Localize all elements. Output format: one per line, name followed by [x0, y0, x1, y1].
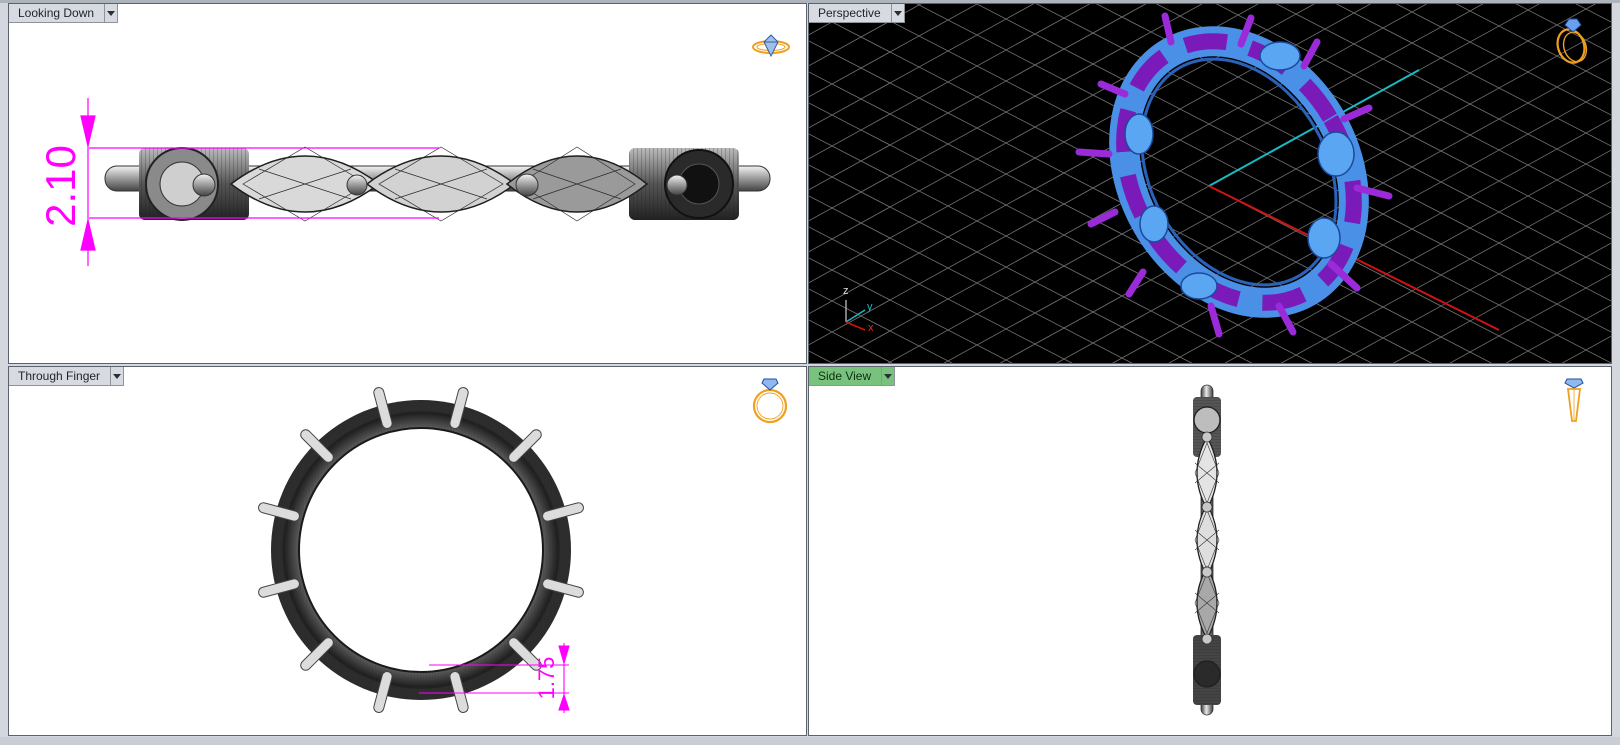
ring-side-view-icon[interactable] [1561, 375, 1587, 431]
chevron-down-icon [893, 10, 902, 16]
dimension-label: 1.75 [534, 656, 559, 700]
viewport-title-perspective[interactable]: Perspective [809, 4, 892, 23]
viewport-tab-bar: Side View [809, 367, 896, 386]
chevron-down-icon [107, 10, 116, 16]
ring-perspective-icon[interactable] [1550, 14, 1594, 66]
looking-down-model [80, 98, 771, 266]
perspective-scene [809, 4, 1611, 363]
chevron-down-icon [113, 373, 122, 379]
axis-label-z: z [843, 285, 849, 297]
viewport-menu-button[interactable] [105, 4, 119, 23]
dimension-label: 2.10 [37, 145, 84, 227]
chevron-down-icon [884, 373, 893, 379]
axis-label-x: x [868, 322, 874, 334]
viewport-tab-bar: Perspective [809, 4, 905, 23]
viewport-title-through-finger[interactable]: Through Finger [9, 367, 112, 386]
ring-front-view-icon[interactable] [748, 375, 792, 427]
viewport-menu-button[interactable] [882, 367, 896, 386]
viewport-side-view[interactable]: Side View [808, 366, 1612, 736]
ring-top-view-icon[interactable] [747, 32, 795, 62]
viewport-perspective[interactable]: Perspective z y x [808, 3, 1612, 364]
status-bar [0, 737, 1620, 745]
side-view-model [1193, 384, 1221, 716]
viewport-through-finger[interactable]: Through Finger 1.75 [8, 366, 807, 736]
viewport-tab-bar: Through Finger [9, 367, 125, 386]
viewport-title-looking-down[interactable]: Looking Down [9, 4, 106, 23]
viewport-looking-down[interactable]: Looking Down 2.10 [8, 3, 807, 364]
axis-label-y: y [867, 301, 873, 313]
through-finger-model [258, 387, 584, 713]
viewport-menu-button[interactable] [111, 367, 125, 386]
viewport-tab-bar: Looking Down [9, 4, 119, 23]
viewport-title-side-view[interactable]: Side View [809, 367, 883, 386]
viewport-menu-button[interactable] [891, 4, 905, 23]
